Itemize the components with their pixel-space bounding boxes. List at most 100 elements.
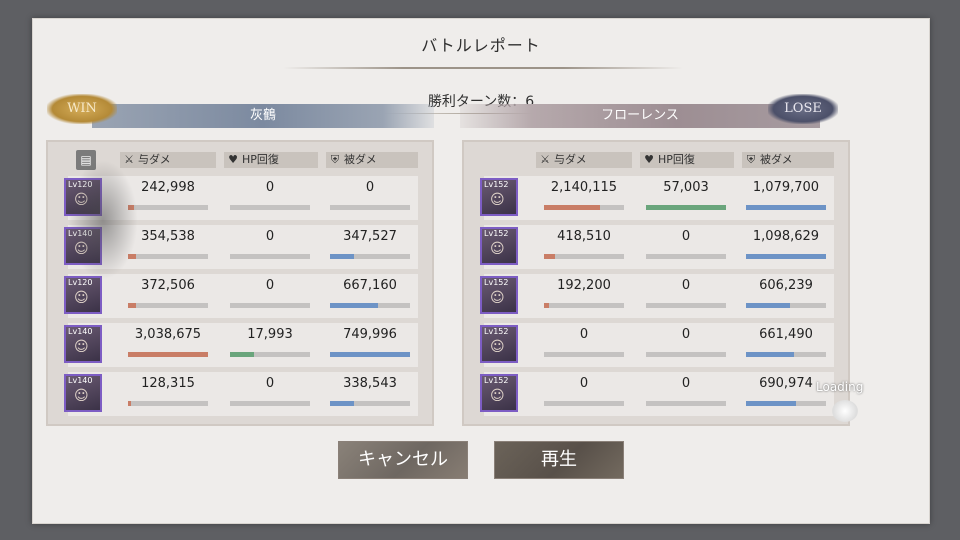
damage-bar [544,303,624,308]
character-row: Lv152 ☺ 0 0 661,490 [480,323,834,367]
taken-bar [330,254,410,259]
shield-icon: ⛨ [330,153,340,166]
portrait-face-icon: ☺ [490,290,505,306]
damage-bar-fill [128,401,132,406]
heal-bar [646,303,726,308]
damage-bar [544,254,624,259]
smoke-effect [68,160,138,280]
right-stats-panel: ⚔ 与ダメ ♥ HP回復 ⛨ 被ダメ Lv152 ☺ 2,140,115 57,003 1,0… [462,140,850,426]
heal-bar [646,352,726,357]
damage-value: 418,510 [557,229,611,244]
heal-value: 0 [681,229,691,244]
damage-bar [128,254,208,259]
taken-bar-fill [746,303,790,308]
loading-spinner-icon [832,400,858,422]
character-level: Lv140 [68,327,93,336]
title-divider [283,67,683,69]
character-portrait[interactable]: Lv152 ☺ [480,178,518,216]
heart-icon: ♥ [644,153,654,166]
character-row: Lv152 ☺ 418,510 0 1,098,629 [480,225,834,269]
taken-value: 749,996 [343,327,397,342]
damage-bar-fill [544,254,556,259]
heal-bar-fill [646,205,726,210]
taken-value: 338,543 [343,376,397,391]
portrait-face-icon: ☺ [490,339,505,355]
damage-bar-fill [544,205,600,210]
damage-bar [128,401,208,406]
portrait-face-icon: ☺ [490,241,505,257]
character-level: Lv152 [484,180,509,189]
header-damage: ⚔与ダメ [536,152,632,168]
taken-bar [746,254,826,259]
character-portrait[interactable]: Lv152 ☺ [480,374,518,412]
character-row: Lv152 ☺ 2,140,115 57,003 1,079,700 [480,176,834,220]
taken-bar [330,401,410,406]
shield-icon: ⛨ [746,153,756,166]
play-button[interactable]: 再生 [494,441,624,479]
portrait-face-icon: ☺ [490,388,505,404]
damage-bar [544,352,624,357]
character-portrait[interactable]: Lv120☺ [64,276,102,314]
heal-bar [646,401,726,406]
right-team-banner: フローレンス [460,104,820,128]
heal-bar-fill [230,352,254,357]
heal-bar [230,205,310,210]
header-heal: ♥ HP回復 [224,152,318,168]
heal-bar [230,254,310,259]
character-portrait[interactable]: Lv152 ☺ [480,276,518,314]
dialog-title: バトルレポート [421,36,541,55]
damage-bar [544,205,624,210]
left-team-banner: 灰鶴 [92,104,434,128]
win-badge: WIN [47,94,117,124]
taken-bar-fill [746,352,794,357]
taken-bar [746,401,826,406]
left-team-name: 灰鶴 [249,108,276,123]
damage-value: 354,538 [141,229,195,244]
damage-value: 372,506 [141,278,195,293]
character-level: Lv140 [68,376,93,385]
character-portrait[interactable]: Lv152 ☺ [480,325,518,363]
damage-bar [128,205,208,210]
character-row: Lv152 ☺ 0 0 690,974 [480,372,834,416]
heal-bar [230,303,310,308]
character-portrait[interactable]: Lv140 ☺ [64,374,102,412]
heal-value: 0 [265,180,275,195]
taken-bar [330,303,410,308]
taken-value: 1,098,629 [752,229,820,244]
heal-value: 0 [265,376,275,391]
heal-value: 0 [265,278,275,293]
taken-bar-fill [330,254,354,259]
character-portrait[interactable]: Lv140 ☺ [64,325,102,363]
heal-bar [646,254,726,259]
heal-value: 0 [265,229,275,244]
taken-value: 661,490 [759,327,813,342]
cancel-button[interactable]: キャンセル [338,441,468,479]
taken-bar [330,352,410,357]
character-portrait[interactable]: Lv152 ☺ [480,227,518,265]
heart-icon: ♥ [228,153,238,166]
taken-value: 690,974 [759,376,813,391]
taken-value: 606,239 [759,278,813,293]
damage-value: 0 [579,327,589,342]
damage-bar-fill [128,352,208,357]
damage-bar-fill [544,303,549,308]
taken-value: 1,079,700 [752,180,820,195]
damage-value: 242,998 [141,180,195,195]
taken-bar-fill [330,303,378,308]
taken-bar [330,205,410,210]
taken-value: 667,160 [343,278,397,293]
portrait-face-icon: ☺ [74,388,89,404]
sword-icon: ⚔ [540,153,550,166]
character-level: Lv152 [484,327,509,336]
taken-bar-fill [746,205,826,210]
taken-value: 0 [365,180,375,195]
character-level: Lv152 [484,376,509,385]
taken-bar-fill [330,401,354,406]
loading-text: Loading [816,380,864,394]
taken-bar-fill [330,352,410,357]
taken-bar-fill [746,401,797,406]
heal-value: 0 [681,376,691,391]
heal-value: 57,003 [663,180,709,195]
character-level: Lv152 [484,278,509,287]
heal-bar [646,205,726,210]
